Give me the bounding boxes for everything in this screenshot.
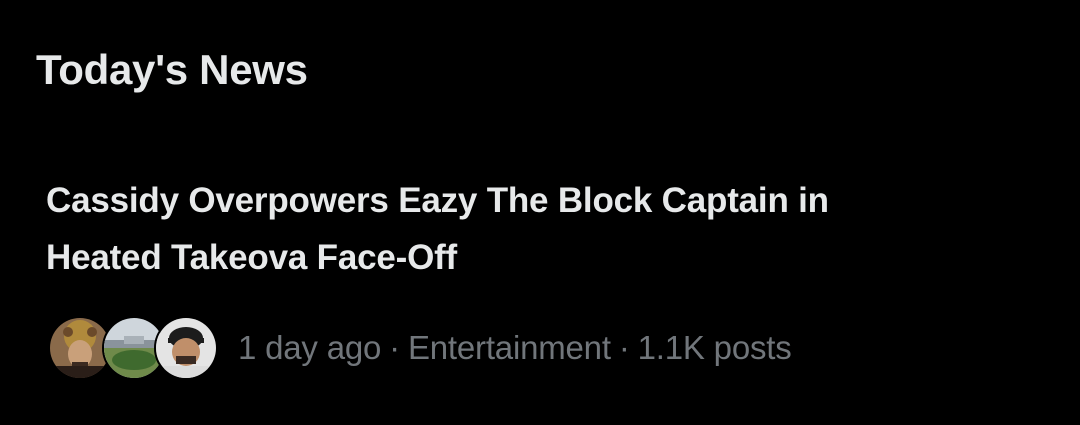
avatar-stack — [48, 316, 218, 380]
avatar — [154, 316, 218, 380]
news-time: 1 day ago — [238, 329, 382, 366]
news-meta: 1 day ago · Entertainment · 1.1K posts — [48, 316, 792, 380]
news-item[interactable]: Cassidy Overpowers Eazy The Block Captai… — [46, 172, 1036, 286]
section-title: Today's News — [36, 46, 308, 93]
separator: · — [618, 329, 630, 366]
headline-line-1: Cassidy Overpowers Eazy The Block Captai… — [46, 181, 829, 220]
news-post-count: 1.1K posts — [637, 329, 792, 366]
news-headline[interactable]: Cassidy Overpowers Eazy The Block Captai… — [46, 172, 1036, 286]
news-category: Entertainment — [407, 329, 611, 366]
separator: · — [389, 329, 400, 366]
news-meta-text: 1 day ago · Entertainment · 1.1K posts — [238, 329, 792, 367]
headline-line-2: Heated Takeova Face-Off — [46, 238, 458, 277]
